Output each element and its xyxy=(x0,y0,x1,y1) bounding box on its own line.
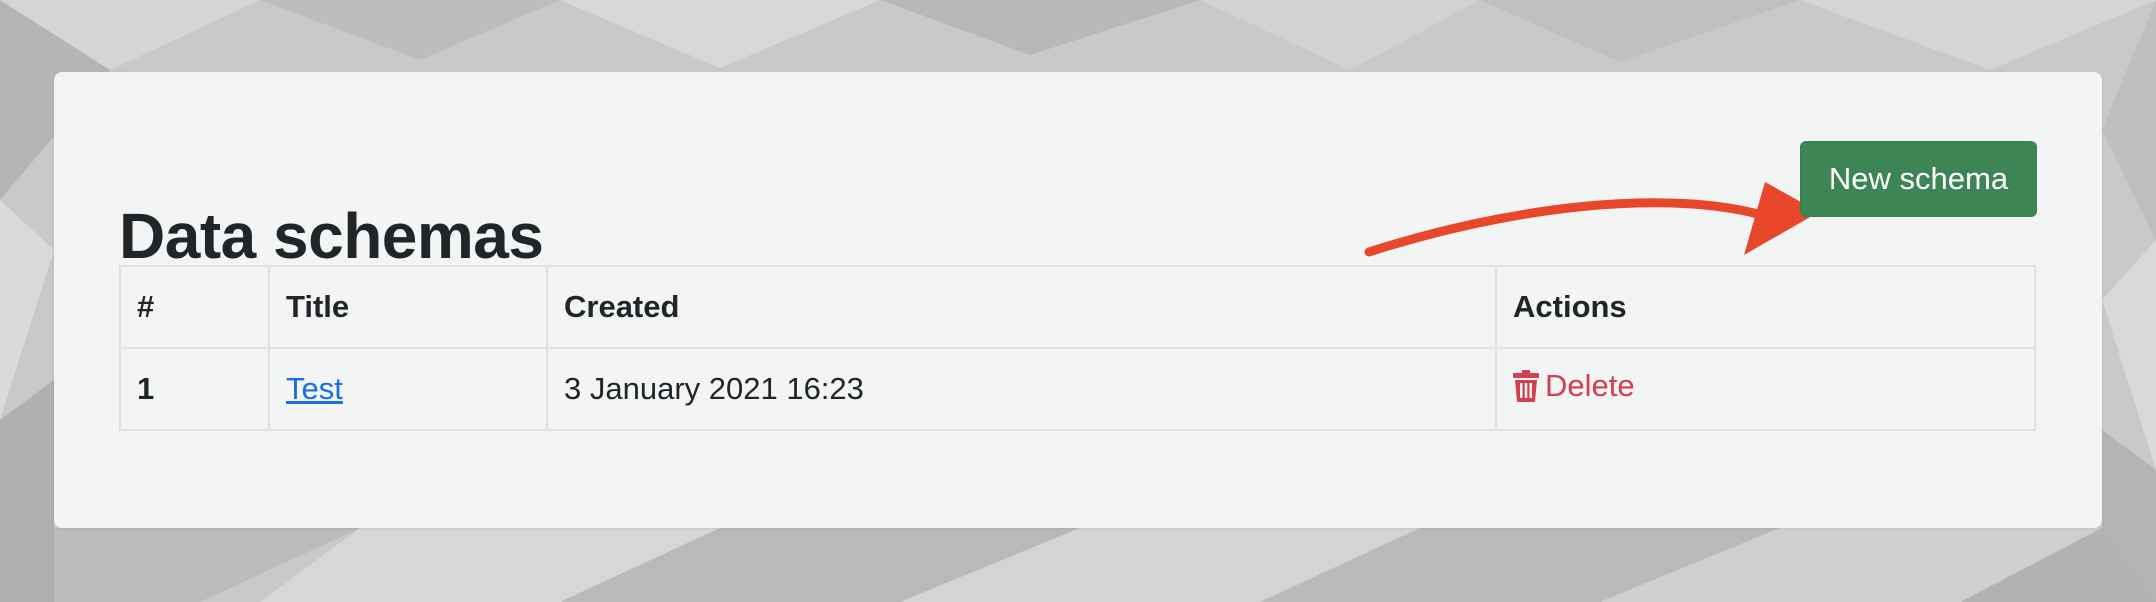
column-header-num: # xyxy=(119,265,270,349)
schemas-card: Data schemas New schema # Title Created … xyxy=(54,72,2102,528)
row-title-cell: Test xyxy=(268,347,548,431)
delete-label: Delete xyxy=(1545,368,1635,403)
new-schema-button[interactable]: New schema xyxy=(1800,141,2037,217)
trash-icon xyxy=(1513,370,1539,402)
table-row: 1 Test 3 January 2021 16:23 Delete xyxy=(119,347,2036,431)
schemas-table: # Title Created Actions 1 Test 3 January… xyxy=(119,265,2036,431)
delete-button[interactable]: Delete xyxy=(1513,368,1635,404)
row-created: 3 January 2021 16:23 xyxy=(546,347,1497,431)
row-number: 1 xyxy=(119,347,270,431)
column-header-actions: Actions xyxy=(1495,265,2036,349)
column-header-created: Created xyxy=(546,265,1497,349)
row-actions-cell: Delete xyxy=(1495,347,2036,431)
table-header-row: # Title Created Actions xyxy=(119,265,2036,349)
arrow-annotation xyxy=(1364,182,1819,257)
schema-title-link[interactable]: Test xyxy=(286,371,343,406)
page-title: Data schemas xyxy=(119,200,544,272)
column-header-title: Title xyxy=(268,265,548,349)
